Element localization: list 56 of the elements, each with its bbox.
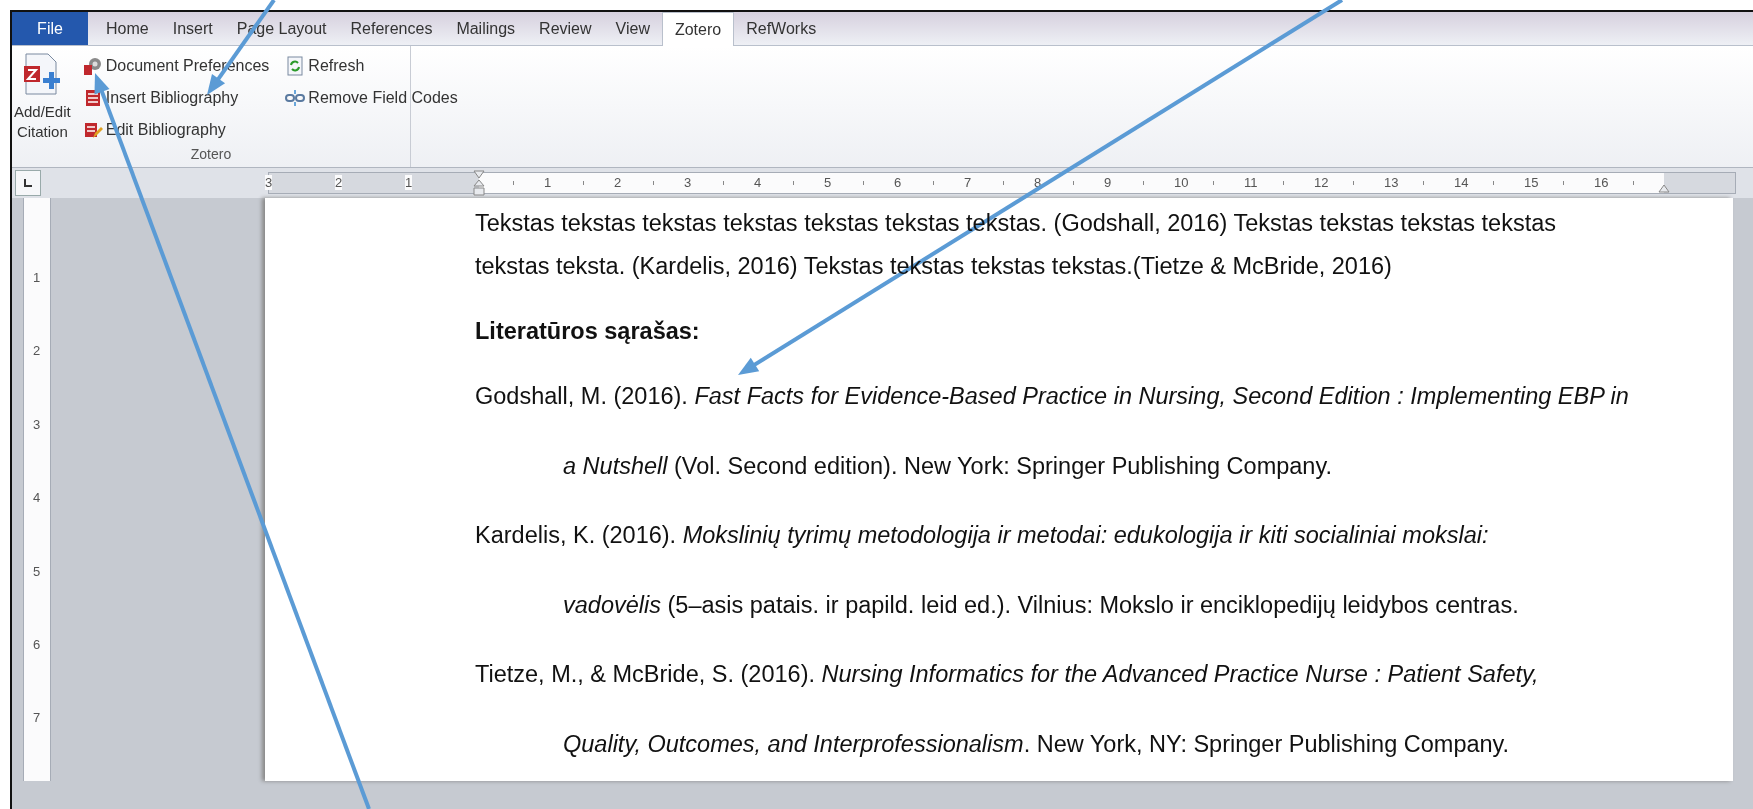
ruler-number: 1 [405, 175, 413, 190]
ruler-number: 3 [684, 175, 692, 190]
ruler-number: 2 [335, 175, 343, 190]
ribbon-button[interactable]: Remove Field Codes [283, 82, 460, 114]
ribbon-tab[interactable]: Mailings [444, 13, 528, 45]
reference-line: Quality, Outcomes, and Interprofessionalism. New York, NY: Springer Publishing Company. [562, 729, 1510, 759]
ruler-number: 6 [33, 637, 41, 652]
reference-line: a Nutshell (Vol. Second edition). New York: Springer Publishing Company. [562, 451, 1332, 481]
margin-marker-icon[interactable] [1658, 183, 1670, 193]
ruler-number: 12 [1314, 175, 1329, 190]
ruler-number: 4 [754, 175, 762, 190]
ribbon-tab[interactable]: Home [94, 13, 161, 45]
reference-line: Tietze, M., & McBride, S. (2016). Nursing Informatics for the Advanced Practice Nurse : Patient Safety, [475, 660, 1539, 690]
ruler-number: 6 [894, 175, 902, 190]
tab-stop-icon [23, 178, 33, 188]
ruler-number: 11 [1244, 175, 1258, 190]
ruler-number: 5 [824, 175, 832, 190]
group-label: Zotero [189, 146, 233, 164]
ruler-number: 2 [33, 343, 41, 359]
list-pencil-icon [82, 120, 103, 140]
vertical-ruler[interactable]: 1 2 3 4 5 6 7 [23, 198, 51, 781]
ruler-number: 3 [265, 175, 273, 190]
tab-selector-button[interactable] [15, 170, 41, 196]
ribbon-tab[interactable]: Insert [160, 13, 225, 45]
gear-icon [82, 56, 103, 76]
ruler-number: 4 [33, 490, 41, 506]
broken-chain-icon [285, 88, 306, 108]
reference-line: Kardelis, K. (2016). Mokslinių tyrimų metodologija ir metodai: edukologija ir kiti socialiniai mokslai: [475, 521, 1489, 551]
ruler-number: 9 [1104, 175, 1112, 190]
ruler-number: 15 [1524, 175, 1539, 190]
ribbon-tab[interactable]: RefWorks [734, 13, 829, 45]
refresh-icon [285, 56, 306, 76]
ruler-number: 7 [33, 710, 41, 726]
ribbon-tab[interactable]: Review [527, 13, 604, 45]
reference-line: vadovėlis (5–asis patais. ir papild. leid ed.). Vilnius: Mokslo ir enciklopedijų leidybos centras. [562, 590, 1519, 620]
ruler-number: 1 [33, 270, 41, 285]
ruler-number: 10 [1174, 175, 1189, 190]
ruler-number: 16 [1594, 175, 1609, 190]
ruler-number: 2 [614, 175, 622, 190]
section-heading: Literatūros sąrašas: [475, 317, 700, 346]
ribbon-tab[interactable]: Zotero [661, 12, 735, 46]
ribbon-tab[interactable]: References [338, 13, 445, 45]
ruler-number: 13 [1384, 175, 1399, 190]
reference-line: Godshall, M. (2016). Fast Facts for Evidence-Based Practice in Nursing, Second Edition : Implementing EBP in [475, 382, 1629, 411]
ruler-number: 1 [544, 175, 552, 190]
ruler-number: 3 [33, 416, 41, 432]
document-plus-icon [22, 52, 63, 96]
ruler-number: 5 [33, 563, 41, 579]
file-tab[interactable]: File [12, 12, 88, 45]
ribbon-button[interactable]: Refresh [283, 50, 460, 82]
ruler-number: 8 [1034, 175, 1042, 190]
add-edit-citation-button[interactable]: Add/Edit Citation [12, 50, 73, 146]
ribbon-tab[interactable]: View [603, 13, 662, 45]
ruler-number: 14 [1454, 175, 1469, 190]
ruler-number: 7 [964, 175, 972, 190]
indent-marker-icon[interactable] [473, 170, 485, 196]
